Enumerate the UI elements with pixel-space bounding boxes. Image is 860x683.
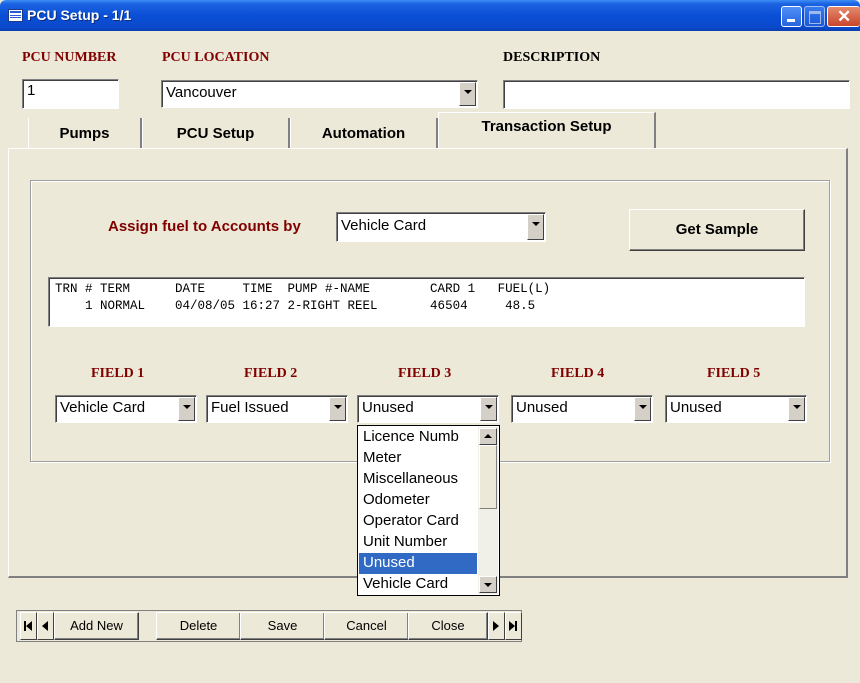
pcu-location-select[interactable]: Vancouver — [161, 80, 478, 108]
minimize-button[interactable] — [781, 6, 802, 27]
chevron-down-icon[interactable] — [329, 397, 346, 421]
field-3-select[interactable]: Unused — [357, 395, 499, 423]
dropdown-option[interactable]: Miscellaneous — [359, 469, 477, 490]
field-5-label: FIELD 5 — [707, 366, 761, 381]
field-3-value: Unused — [362, 399, 414, 416]
last-record-icon — [509, 621, 517, 631]
description-label: DESCRIPTION — [503, 50, 601, 65]
first-record-icon — [24, 621, 32, 631]
sample-header-line: TRN # TERM DATE TIME PUMP #-NAME CARD 1 … — [55, 282, 551, 296]
delete-button[interactable]: Delete — [156, 612, 241, 640]
chevron-down-icon[interactable] — [480, 397, 497, 421]
field-1-select[interactable]: Vehicle Card — [55, 395, 197, 423]
field-3-label: FIELD 3 — [398, 366, 452, 381]
assign-fuel-label: Assign fuel to Accounts by — [108, 218, 301, 235]
assign-fuel-select[interactable]: Vehicle Card — [336, 212, 546, 242]
field-4-value: Unused — [516, 399, 568, 416]
dropdown-option[interactable]: Meter — [359, 448, 477, 469]
sample-data-line: 1 NORMAL 04/08/05 16:27 2-RIGHT REEL 465… — [55, 299, 536, 313]
pcu-location-value: Vancouver — [166, 84, 237, 101]
dropdown-option-selected[interactable]: Unused — [359, 553, 477, 574]
previous-record-button[interactable] — [37, 612, 54, 640]
get-sample-button[interactable]: Get Sample — [629, 209, 805, 251]
sample-transaction-box: TRN # TERM DATE TIME PUMP #-NAME CARD 1 … — [48, 277, 805, 327]
chevron-down-icon[interactable] — [634, 397, 651, 421]
scroll-down-icon[interactable] — [479, 576, 497, 593]
field-1-label: FIELD 1 — [91, 366, 145, 381]
chevron-down-icon[interactable] — [459, 82, 476, 106]
next-record-button[interactable] — [488, 612, 505, 640]
dropdown-option[interactable]: Unit Number — [359, 532, 477, 553]
chevron-down-icon[interactable] — [527, 214, 544, 240]
pcu-number-label: PCU NUMBER — [22, 50, 117, 65]
dropdown-option[interactable]: Operator Card — [359, 511, 477, 532]
tab-automation[interactable]: Automation — [290, 118, 438, 148]
title-bar[interactable]: PCU Setup - 1/1 ✕ — [0, 0, 860, 31]
chevron-down-icon[interactable] — [178, 397, 195, 421]
field-2-select[interactable]: Fuel Issued — [206, 395, 348, 423]
scroll-up-icon[interactable] — [479, 428, 497, 445]
previous-record-icon — [42, 621, 48, 631]
assign-fuel-value: Vehicle Card — [341, 217, 427, 234]
field-2-value: Fuel Issued — [211, 399, 289, 416]
window-title: PCU Setup - 1/1 — [27, 7, 132, 23]
scroll-thumb[interactable] — [479, 445, 497, 509]
dropdown-scrollbar[interactable] — [478, 427, 498, 594]
pcu-setup-window: PCU Setup - 1/1 ✕ PCU NUMBER PCU LOCATIO… — [0, 0, 860, 683]
field-3-dropdown-list[interactable]: Licence Numb Meter Miscellaneous Odomete… — [357, 425, 500, 596]
field-1-value: Vehicle Card — [60, 399, 146, 416]
chevron-down-icon[interactable] — [788, 397, 805, 421]
description-input[interactable] — [503, 80, 850, 109]
tab-pumps[interactable]: Pumps — [28, 118, 142, 148]
field-4-label: FIELD 4 — [551, 366, 605, 381]
last-record-button[interactable] — [505, 612, 522, 640]
tab-transaction-setup[interactable]: Transaction Setup — [438, 112, 656, 149]
add-new-button[interactable]: Add New — [54, 612, 139, 640]
pcu-number-input[interactable]: 1 — [22, 79, 119, 109]
pcu-location-label: PCU LOCATION — [162, 50, 270, 65]
first-record-button[interactable] — [20, 612, 37, 640]
field-4-select[interactable]: Unused — [511, 395, 653, 423]
dropdown-option[interactable]: Licence Numb — [359, 427, 477, 448]
next-record-icon — [493, 621, 499, 631]
field-2-label: FIELD 2 — [244, 366, 298, 381]
close-icon: ✕ — [837, 7, 852, 26]
tab-pcu-setup[interactable]: PCU Setup — [142, 118, 290, 148]
save-button[interactable]: Save — [240, 612, 325, 640]
close-button[interactable]: Close — [408, 612, 488, 640]
dropdown-option[interactable]: Vehicle Card — [359, 574, 477, 595]
cancel-button[interactable]: Cancel — [324, 612, 409, 640]
dropdown-option[interactable]: Odometer — [359, 490, 477, 511]
field-5-select[interactable]: Unused — [665, 395, 807, 423]
field-5-value: Unused — [670, 399, 722, 416]
app-form-icon — [8, 9, 23, 22]
maximize-button[interactable] — [804, 6, 825, 27]
close-window-button[interactable]: ✕ — [827, 6, 860, 27]
